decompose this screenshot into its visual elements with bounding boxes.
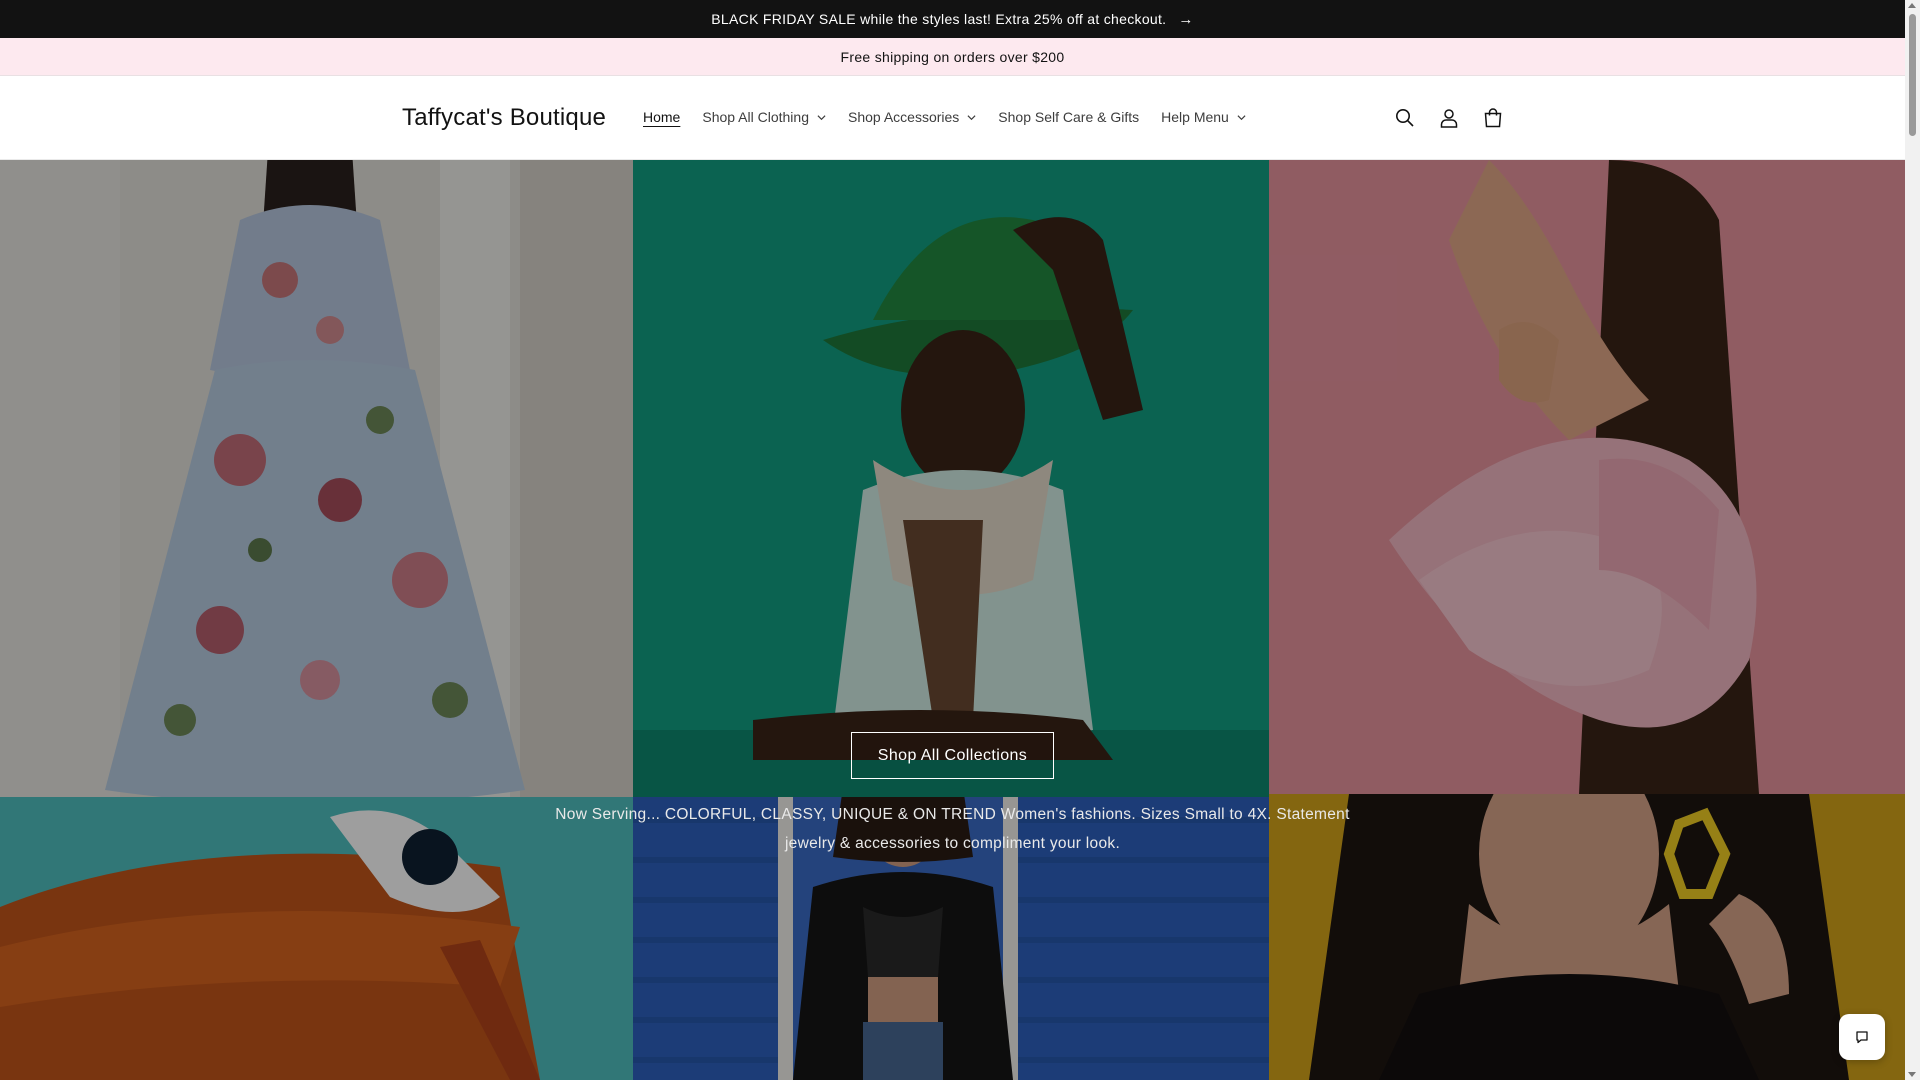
shipping-text: Free shipping on orders over $200 <box>840 48 1065 65</box>
page-scrollbar[interactable] <box>1905 0 1920 1080</box>
site-header: Taffycat's Boutique Home Shop All Clothi… <box>0 76 1905 160</box>
nav-shop-accessories[interactable]: Shop Accessories <box>848 109 976 125</box>
shop-all-collections-button[interactable]: Shop All Collections <box>851 732 1054 779</box>
image-overlay <box>0 160 633 797</box>
scrollbar-thumb[interactable] <box>1909 14 1916 136</box>
chevron-down-icon[interactable] <box>817 113 826 122</box>
scroll-up-icon[interactable] <box>1908 3 1916 8</box>
arrow-right-icon[interactable]: → <box>1178 11 1193 28</box>
account-button[interactable] <box>1437 106 1461 130</box>
cart-button[interactable] <box>1481 106 1505 130</box>
search-button[interactable] <box>1393 106 1417 130</box>
image-overlay <box>633 160 1269 797</box>
hero-image-pink-ruffle <box>1269 160 1905 794</box>
store-logo[interactable]: Taffycat's Boutique <box>402 104 606 132</box>
chat-icon[interactable] <box>1854 1029 1870 1045</box>
nav-shop-accessories-label[interactable]: Shop Accessories <box>848 109 959 125</box>
announcement-text[interactable]: BLACK FRIDAY SALE while the styles last!… <box>711 11 1166 27</box>
cart-icon[interactable] <box>1482 107 1504 129</box>
scroll-down-icon[interactable] <box>1908 1072 1916 1077</box>
hero-mosaic <box>0 160 1905 1080</box>
nav-help-menu[interactable]: Help Menu <box>1161 109 1246 125</box>
search-icon[interactable] <box>1395 108 1415 128</box>
nav-shop-self-care-gifts-label[interactable]: Shop Self Care & Gifts <box>998 109 1139 125</box>
chevron-down-icon[interactable] <box>1237 113 1246 122</box>
image-overlay <box>1269 160 1905 794</box>
hero-description: Now Serving... COLORFUL, CLASSY, UNIQUE … <box>555 806 1350 852</box>
nav-home[interactable]: Home <box>643 109 680 125</box>
nav-shop-all-clothing-label[interactable]: Shop All Clothing <box>702 109 809 125</box>
chat-button[interactable] <box>1839 1014 1885 1060</box>
chevron-down-icon[interactable] <box>967 113 976 122</box>
main-nav: Home Shop All Clothing Shop Accessories … <box>643 109 1268 125</box>
shop-all-collections-label[interactable]: Shop All Collections <box>878 747 1027 765</box>
nav-home-label[interactable]: Home <box>643 109 680 125</box>
hero-image-floral-dress <box>0 160 633 797</box>
account-icon[interactable] <box>1439 108 1459 128</box>
shipping-bar: Free shipping on orders over $200 <box>0 38 1905 76</box>
hero-image-green-hat <box>633 160 1269 797</box>
nav-shop-self-care-gifts[interactable]: Shop Self Care & Gifts <box>998 109 1139 125</box>
header-icons <box>1393 106 1525 130</box>
announcement-bar[interactable]: BLACK FRIDAY SALE while the styles last!… <box>0 0 1905 38</box>
nav-help-menu-label[interactable]: Help Menu <box>1161 109 1229 125</box>
nav-shop-all-clothing[interactable]: Shop All Clothing <box>702 109 826 125</box>
